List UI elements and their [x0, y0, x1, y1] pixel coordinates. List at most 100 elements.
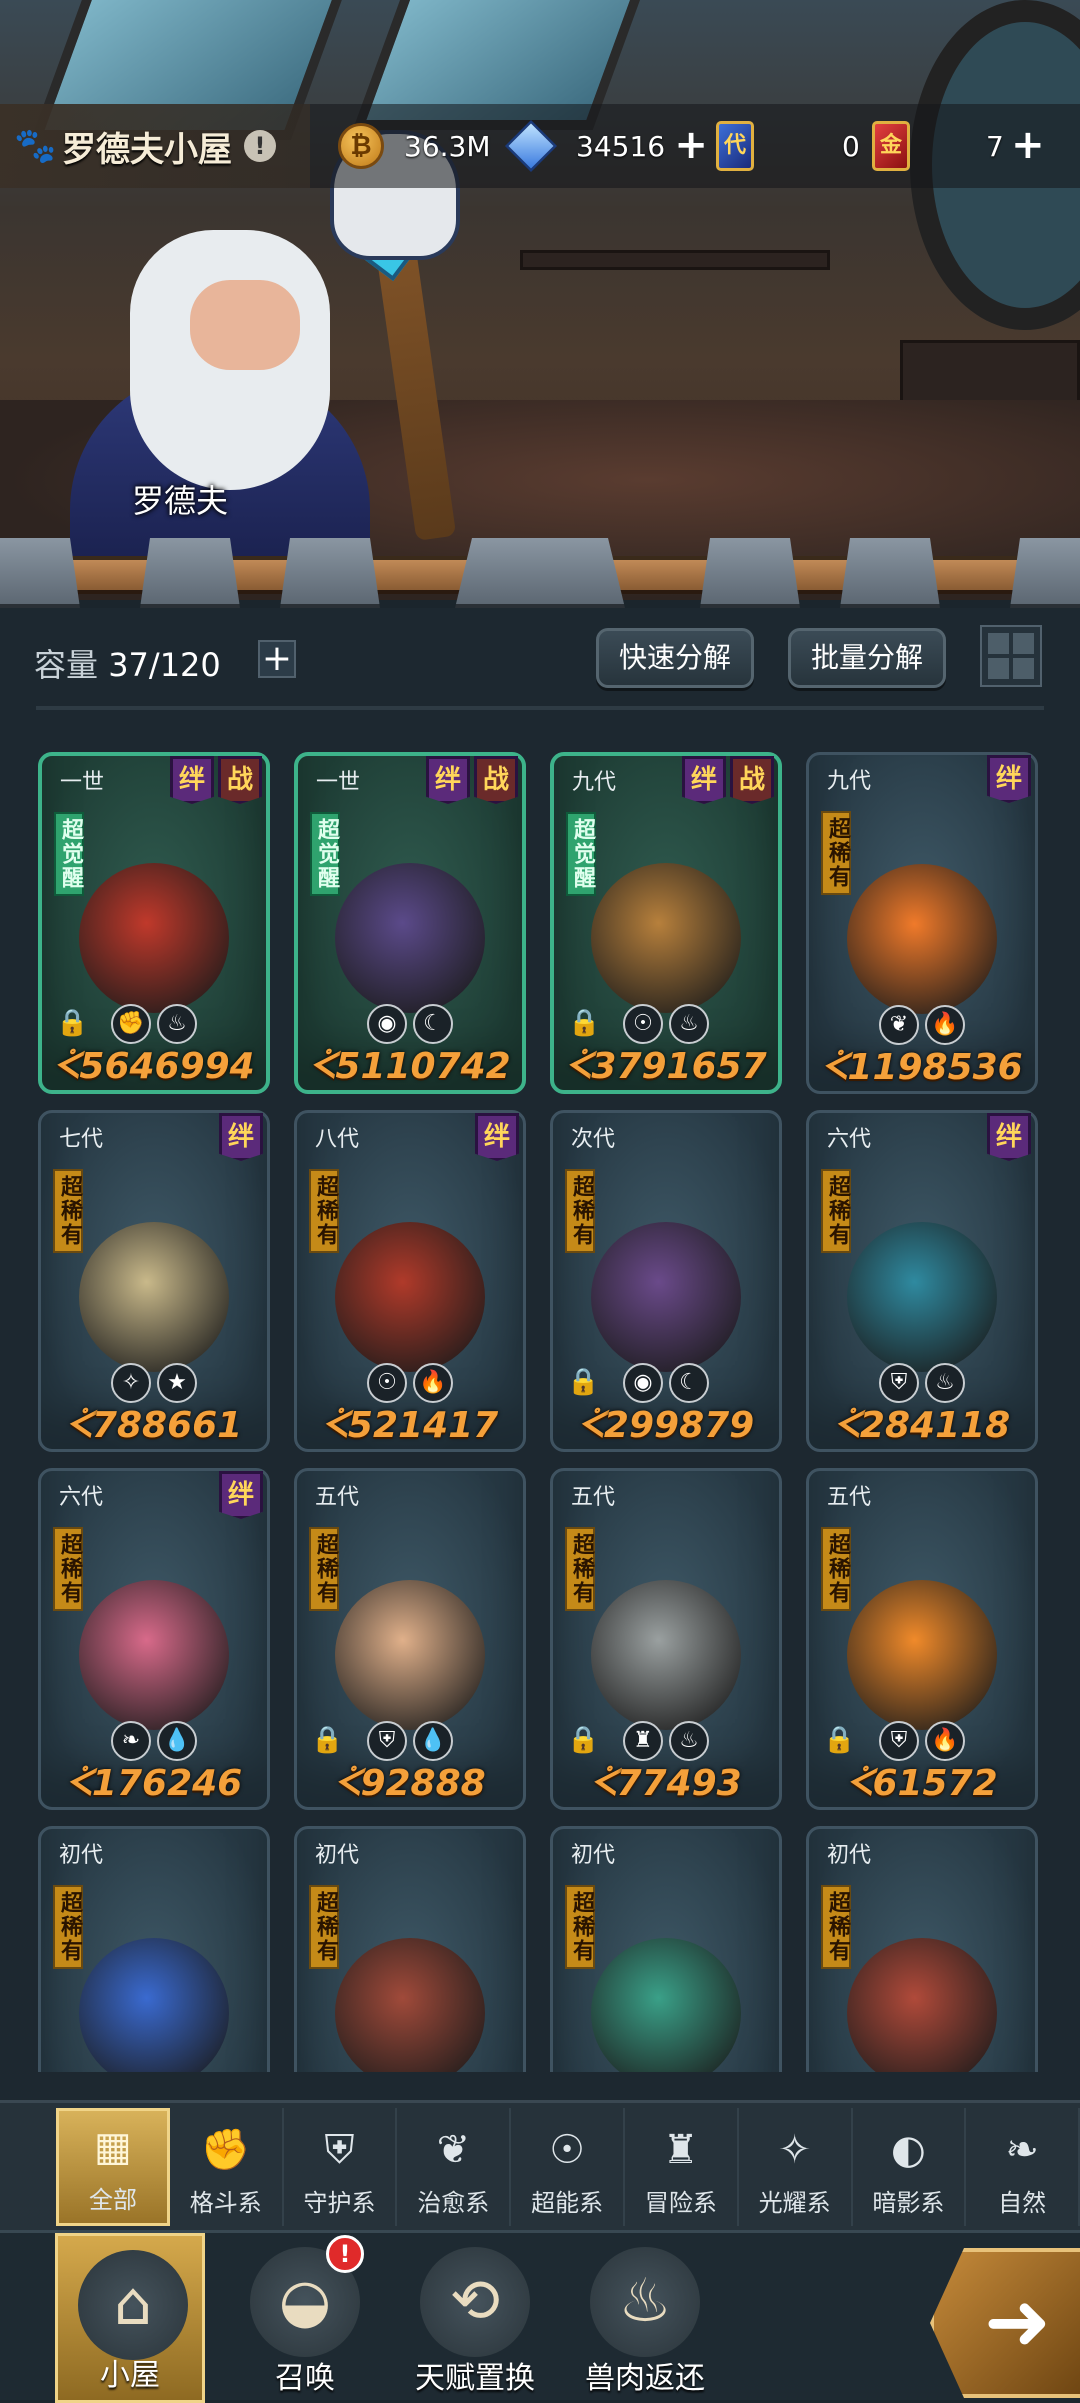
rarity-label: 超稀有 — [53, 1527, 83, 1611]
nav-label: 召唤 — [275, 2361, 335, 2396]
paw-icon: 🐾 — [14, 126, 57, 166]
nav-label: 小屋 — [100, 2358, 160, 2393]
blue-ticket-icon: 代 — [716, 121, 754, 171]
creature-card[interactable]: 九代 绊 战 超觉醒 🔒 ☉ ♨ ᢵ3791657 — [550, 752, 782, 1094]
filter-tab-icon: ⛨ — [324, 2126, 355, 2173]
blue-ticket-value: 0 — [842, 129, 860, 163]
meat-icon: ♨ — [669, 1004, 709, 1044]
filter-tab-icon: ❦ — [436, 2126, 471, 2173]
creature-portrait — [847, 863, 997, 1014]
rarity-label: 超觉醒 — [566, 812, 596, 896]
creature-portrait — [79, 1579, 229, 1730]
fist-icon: ✊ — [111, 1004, 151, 1044]
expand-capacity-button[interactable]: + — [258, 640, 296, 678]
nav-item[interactable]: ♨ 兽肉返还 — [570, 2233, 720, 2403]
creature-portrait — [335, 1937, 485, 2072]
creature-card[interactable]: 五代 超稀有 🔒 ♜ ♨ ᢵ77493 — [550, 1468, 782, 1810]
creature-portrait — [79, 1937, 229, 2072]
creature-card[interactable]: 初代 超稀有 — [294, 1826, 526, 2072]
house-title: 罗德夫小屋 — [62, 129, 232, 170]
power-value: ᢵ5646994 — [53, 1046, 255, 1087]
filter-tab[interactable]: ♜ 冒险系 — [625, 2107, 739, 2226]
wizard-character[interactable] — [60, 220, 400, 560]
filter-tab-icon: ✊ — [200, 2126, 251, 2173]
creature-card[interactable]: 次代 超稀有 🔒 ◉ ☾ ᢵ299879 — [550, 1110, 782, 1452]
power-number: 61572 — [872, 1763, 998, 1804]
creature-portrait — [335, 863, 485, 1014]
element-icons: ♜ ♨ — [553, 1721, 779, 1761]
nav-item[interactable]: ⟲ 天赋置换 — [400, 2233, 550, 2403]
filter-tab[interactable]: ✊ 格斗系 — [170, 2107, 284, 2226]
batch-decompose-button[interactable]: 批量分解 — [788, 628, 947, 688]
filter-tab[interactable]: ⛨ 守护系 — [284, 2107, 398, 2226]
element-icons: ✊ ♨ — [42, 1004, 266, 1044]
filter-tab[interactable]: ✧ 光耀系 — [739, 2107, 853, 2226]
shield-icon: ⛨ — [879, 1721, 919, 1761]
rarity-label: 超觉醒 — [54, 812, 84, 896]
element-icons: ❧ 💧 — [41, 1721, 267, 1761]
red-ticket-value: 7 — [986, 129, 1004, 163]
filter-tab[interactable]: ❧ 自然 — [966, 2107, 1080, 2226]
nav-icon: ♨ — [590, 2247, 700, 2357]
moon-icon: ☾ — [669, 1363, 709, 1403]
bottom-navigation: ⌂ 小屋 ◒ ! 召唤 ⟲ 天赋置换 ♨ 兽肉返还 — [0, 2230, 1080, 2403]
creature-portrait — [591, 1937, 741, 2072]
creature-card[interactable]: 一世 绊 战 超觉醒 🔒 ✊ ♨ ᢵ5646994 — [38, 752, 270, 1094]
moon-icon: ☾ — [413, 1004, 453, 1044]
nav-item[interactable]: ◒ ! 召唤 — [230, 2233, 380, 2403]
generation-label: 初代 — [315, 1843, 360, 1868]
generation-label: 五代 — [571, 1485, 616, 1510]
power-number: 92888 — [360, 1763, 486, 1804]
filter-tab-label: 光耀系 — [758, 2188, 831, 2217]
nav-label: 兽肉返还 — [585, 2361, 705, 2396]
filter-tab[interactable]: ❦ 治愈系 — [397, 2107, 512, 2226]
meat-icon: ♨ — [925, 1363, 965, 1403]
gold-value: 36.3M — [404, 129, 491, 163]
creature-card[interactable]: 八代 绊 超稀有 ☉ 🔥 ᢵ521417 — [294, 1110, 526, 1452]
creature-card[interactable]: 一世 绊 战 超觉醒 ◉ ☾ ᢵ5110742 — [294, 752, 526, 1094]
generation-label: 初代 — [571, 1843, 616, 1868]
tower-icon: ♜ — [623, 1721, 663, 1761]
sprout-icon: ❦ — [879, 1005, 919, 1045]
generation-label: 五代 — [827, 1485, 872, 1510]
creature-card[interactable]: 初代 超稀有 — [38, 1826, 270, 2072]
filter-tab[interactable]: ☉ 超能系 — [511, 2107, 625, 2226]
house-title-box: 🐾 罗德夫小屋 ! — [0, 104, 310, 188]
power-value: ᢵ77493 — [590, 1763, 742, 1804]
filter-tab[interactable]: ▦ 全部 — [56, 2107, 170, 2226]
creature-card[interactable]: 五代 超稀有 🔒 ⛨ 🔥 ᢵ61572 — [806, 1468, 1038, 1810]
creature-card[interactable]: 九代 绊 超稀有 ❦ 🔥 ᢵ1198536 — [806, 752, 1038, 1094]
red-ticket-icon: 金 — [872, 121, 910, 171]
nav-item[interactable]: ⌂ 小屋 — [55, 2233, 205, 2403]
creature-card[interactable]: 初代 超稀有 — [806, 1826, 1038, 2072]
grid-view-toggle-button[interactable] — [980, 625, 1042, 687]
creature-card[interactable]: 六代 绊 超稀有 ❧ 💧 ᢵ176246 — [38, 1468, 270, 1810]
creature-card[interactable]: 七代 绊 超稀有 ✧ ★ ᢵ788661 — [38, 1110, 270, 1452]
nav-label: 天赋置换 — [415, 2361, 535, 2396]
creature-card[interactable]: 五代 超稀有 🔒 ⛨ 💧 ᢵ92888 — [294, 1468, 526, 1810]
power-value: ᢵ61572 — [846, 1763, 998, 1804]
rarity-label: 超觉醒 — [310, 812, 340, 896]
power-number: 3791657 — [591, 1046, 767, 1087]
element-filter-tabs: ▦ 全部 ✊ 格斗系 ⛨ 守护系 ❦ 治愈系 ☉ 超能系 ♜ 冒险系 ✧ 光耀系 ◐ 暗影系 ❧… — [0, 2100, 1080, 2230]
bond-tag: 绊 — [219, 1113, 263, 1161]
creature-card[interactable]: 初代 超稀有 — [550, 1826, 782, 2072]
filter-tab[interactable]: ◐ 暗影系 — [853, 2107, 967, 2226]
info-icon[interactable]: ! — [244, 130, 276, 162]
card-tags: 绊 — [219, 1471, 263, 1519]
element-icons: ◉ ☾ — [553, 1363, 779, 1403]
creature-card[interactable]: 六代 绊 超稀有 ⛨ ♨ ᢵ284118 — [806, 1110, 1038, 1452]
star-icon: ★ — [157, 1363, 197, 1403]
rarity-label: 超稀有 — [821, 1169, 851, 1253]
creature-card-grid: 一世 绊 战 超觉醒 🔒 ✊ ♨ ᢵ5646994 一世 绊 战 超觉醒 ◉ ☾ ᢵ… — [38, 752, 1048, 2072]
creature-portrait — [79, 1221, 229, 1372]
add-crystal-button[interactable]: + — [673, 125, 709, 165]
power-value: ᢵ5110742 — [309, 1046, 511, 1087]
add-red-ticket-button[interactable]: + — [1010, 125, 1046, 165]
shield-icon: ⛨ — [367, 1721, 407, 1761]
element-icons: ✧ ★ — [41, 1363, 267, 1403]
quick-decompose-button[interactable]: 快速分解 — [596, 628, 755, 688]
filter-tab-label: 守护系 — [303, 2188, 376, 2217]
nav-icon: ⟲ — [420, 2247, 530, 2357]
filter-tab-icon: ▦ — [94, 2123, 132, 2170]
